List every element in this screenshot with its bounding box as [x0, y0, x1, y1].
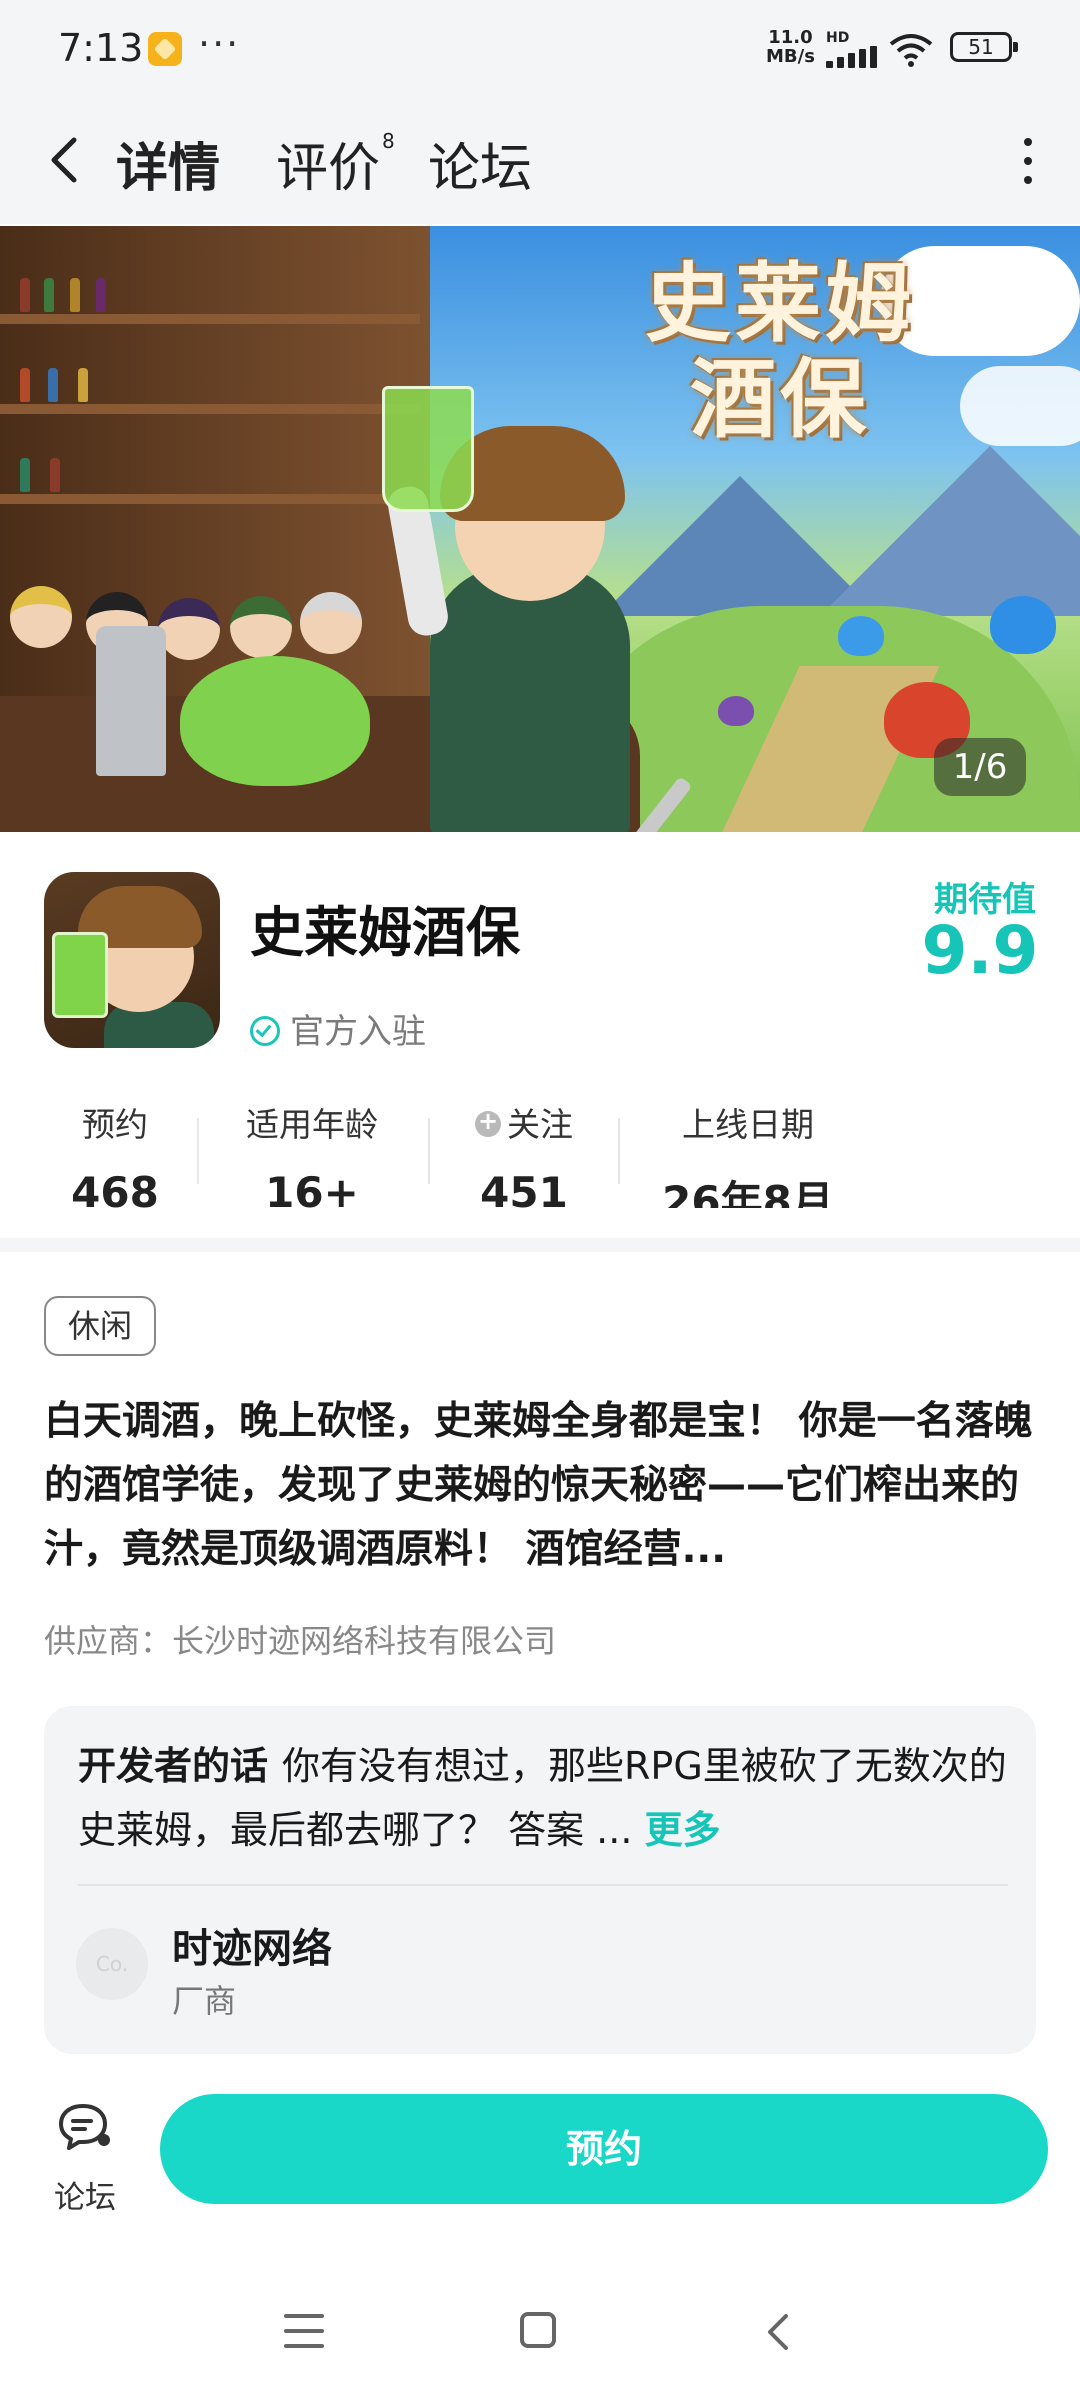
cocktail-shaker — [96, 626, 166, 776]
tab-review-label: 评价 — [276, 139, 381, 199]
developer-note-title: 开发者的话 — [78, 1744, 269, 1788]
developer-note[interactable]: 开发者的话 你有没有想过，那些RPG里被砍了无数次的史莱姆，最后都去哪了？ 答案 … — [78, 1734, 1008, 1862]
blue-slime — [838, 616, 884, 656]
forum-chat-icon — [59, 2104, 110, 2150]
game-logo-line2: 酒保 — [690, 349, 870, 450]
game-logo-line1: 史莱姆 — [645, 253, 915, 354]
hd-indicator: HD — [826, 30, 850, 46]
expectation-score: 9.9 — [921, 912, 1039, 989]
forum-button[interactable]: 论坛 — [30, 2100, 140, 2216]
tab-forum-label: 论坛 — [428, 139, 533, 199]
stat-label: 适用年龄 — [246, 1105, 378, 1144]
battery-icon: 51 — [950, 32, 1018, 62]
tab-review[interactable]: 评价 8 — [276, 126, 395, 201]
developer-name[interactable]: 时迹网络 — [172, 1916, 332, 1974]
stat-reservations: 预约 468 — [40, 1098, 190, 1208]
app-icon — [44, 872, 220, 1048]
gallery-notification-icon — [148, 32, 182, 66]
wifi-icon — [889, 34, 933, 67]
genre-tag[interactable]: 休闲 — [44, 1296, 157, 1356]
network-speed: 11.0 MB/s — [766, 28, 815, 66]
divider — [78, 1884, 1008, 1886]
supplier-info: 供应商：长沙时迹网络科技有限公司 — [44, 1622, 557, 1660]
more-options-icon[interactable] — [1022, 138, 1034, 186]
signal-icon — [826, 46, 878, 68]
developer-note-more-link[interactable]: 更多 — [645, 1808, 721, 1852]
home-icon[interactable] — [520, 2312, 556, 2348]
back-arrow-icon[interactable] — [40, 130, 90, 190]
section-divider — [0, 1238, 1080, 1252]
screenshot-carousel[interactable]: 史莱姆 酒保 1/6 — [0, 226, 1080, 832]
stat-age-rating: 适用年龄 16+ — [222, 1098, 402, 1208]
hero-body — [430, 566, 630, 832]
review-count-badge: 8 — [382, 128, 395, 153]
mountain-decoration — [820, 446, 1080, 616]
verified-check-icon — [250, 1015, 280, 1046]
reserve-button[interactable]: 预约 — [160, 2094, 1048, 2204]
verified-label: 官方入驻 — [290, 1012, 426, 1052]
stat-value: 468 — [71, 1168, 159, 1208]
stat-divider — [618, 1118, 620, 1184]
follow-heart-icon — [475, 1107, 501, 1137]
stat-divider — [428, 1118, 430, 1184]
status-more: ··· — [198, 22, 241, 66]
slime-drink-glass — [382, 386, 474, 512]
app-name: 史莱姆酒保 — [250, 901, 520, 964]
status-bar: 7:13 ··· 11.0 MB/s HD 51 — [0, 0, 1080, 100]
status-time: 7:13 — [58, 26, 144, 70]
stat-value: 451 — [480, 1168, 568, 1208]
green-slime — [180, 656, 370, 786]
recent-apps-icon[interactable] — [284, 2314, 324, 2350]
stat-value: 26年8月 — [662, 1177, 834, 1208]
stat-label: 上线日期 — [682, 1105, 814, 1144]
tab-detail-label: 详情 — [116, 139, 221, 199]
back-nav-icon[interactable] — [758, 2310, 798, 2354]
stat-label-wrap: 关注 — [446, 1098, 602, 1146]
developer-avatar[interactable]: Co. — [76, 1928, 148, 2000]
stat-value: 16+ — [265, 1168, 359, 1208]
stat-label: 预约 — [82, 1105, 148, 1144]
network-speed-unit: MB/s — [766, 46, 815, 67]
stat-divider — [197, 1118, 199, 1184]
cloud-decoration — [960, 366, 1080, 446]
stat-release-date: 上线日期 26年8月 — [634, 1098, 862, 1208]
stats-row: 预约 468 适用年龄 16+ 关注 451 上线日期 26年8月 — [0, 1098, 1080, 1208]
carousel-page-indicator: 1/6 — [934, 738, 1026, 796]
network-speed-value: 11.0 — [768, 27, 813, 48]
purple-slime — [718, 696, 754, 726]
system-nav-bar — [0, 2270, 1080, 2400]
developer-card: 开发者的话 你有没有想过，那些RPG里被砍了无数次的史莱姆，最后都去哪了？ 答案 … — [44, 1706, 1036, 2054]
verified-badge[interactable]: 官方入驻 — [250, 1004, 426, 1053]
game-description[interactable]: 白天调酒，晚上砍怪，史莱姆全身都是宝！ 你是一名落魄的酒馆学徒，发现了史莱姆的惊… — [44, 1390, 1034, 1582]
forum-button-label: 论坛 — [54, 2180, 116, 2216]
developer-role: 厂商 — [172, 1982, 237, 2020]
game-logo: 史莱姆 酒保 — [600, 256, 960, 448]
tab-detail[interactable]: 详情 — [116, 126, 230, 205]
top-nav: 详情 评价 8 论坛 — [0, 100, 1080, 224]
stat-label: 关注 — [507, 1105, 573, 1144]
tab-forum[interactable]: 论坛 — [428, 126, 532, 201]
blue-slime — [990, 596, 1056, 654]
stat-followers[interactable]: 关注 451 — [446, 1098, 602, 1208]
